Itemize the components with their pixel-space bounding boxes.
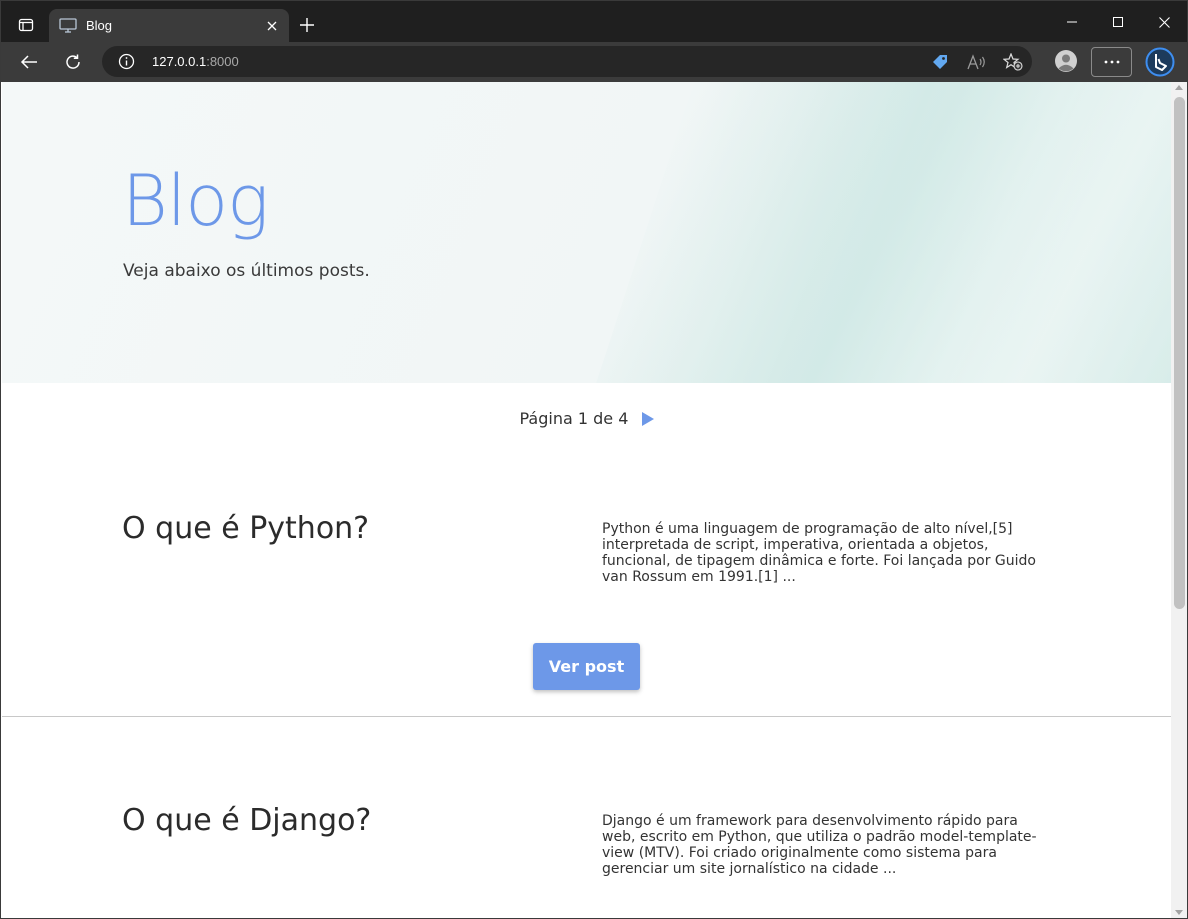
vertical-scrollbar[interactable] (1171, 82, 1187, 918)
add-favorite-button[interactable] (1002, 52, 1024, 72)
post-divider (2, 716, 1171, 717)
close-icon (1158, 16, 1170, 28)
refresh-icon (66, 54, 80, 69)
pagination-label: Página 1 de 4 (519, 409, 629, 428)
tab-strip: Blog (1, 1, 1187, 42)
back-button[interactable] (13, 47, 45, 77)
page-title: Blog (122, 160, 269, 242)
browser-toolbar: 127.0.0.1:8000 (1, 42, 1187, 82)
scroll-up-arrow-icon[interactable] (1175, 85, 1183, 90)
monitor-icon (59, 18, 77, 33)
hero-background-shade (577, 82, 1171, 383)
shopping-tag-button[interactable] (929, 52, 951, 72)
star-add-icon (1003, 53, 1023, 71)
hero-banner: Blog Veja abaixo os últimos posts. (2, 82, 1171, 383)
pagination: Página 1 de 4 (2, 408, 1171, 428)
post-title: O que é Python? (122, 511, 370, 546)
more-dots-icon (1104, 60, 1119, 64)
url-port: :8000 (206, 54, 239, 69)
window-close-button[interactable] (1141, 7, 1187, 37)
post-excerpt: Python é uma linguagem de programação de… (602, 521, 1036, 585)
read-aloud-icon (967, 54, 985, 70)
url-host: 127.0.0.1 (152, 54, 207, 69)
view-post-button[interactable]: Ver post (533, 643, 640, 690)
new-tab-button[interactable] (294, 12, 320, 38)
profile-button[interactable] (1053, 48, 1079, 74)
avatar-icon (1055, 50, 1077, 72)
bing-copilot-button[interactable] (1144, 46, 1176, 78)
page-viewport: Blog Veja abaixo os últimos posts. Págin… (2, 82, 1171, 918)
post-title: O que é Django? (122, 803, 372, 838)
settings-more-button[interactable] (1091, 47, 1132, 77)
arrow-left-icon (20, 55, 37, 69)
bing-icon (1145, 47, 1175, 77)
refresh-button[interactable] (57, 47, 89, 77)
tab-actions-icon (18, 18, 34, 32)
tab-title: Blog (86, 18, 113, 33)
scrollbar-thumb[interactable] (1174, 97, 1185, 609)
tab-blog[interactable]: Blog (49, 9, 289, 42)
minimize-button[interactable] (1049, 7, 1095, 37)
tab-close-button[interactable] (263, 17, 281, 35)
address-bar[interactable]: 127.0.0.1:8000 (102, 46, 1032, 77)
scroll-down-arrow-icon[interactable] (1175, 910, 1183, 915)
page-subtitle: Veja abaixo os últimos posts. (123, 261, 370, 281)
minimize-icon (1067, 21, 1077, 23)
close-icon (267, 21, 277, 31)
browser-window: Blog 127.0.0.1:8000 Blog Veja abaixo os … (0, 0, 1188, 919)
read-aloud-button[interactable] (966, 52, 988, 72)
price-tag-icon (933, 55, 947, 69)
maximize-button[interactable] (1095, 7, 1141, 37)
plus-icon (300, 18, 314, 32)
maximize-icon (1113, 17, 1123, 27)
tab-actions-button[interactable] (11, 11, 41, 39)
info-icon[interactable] (118, 53, 135, 70)
post-excerpt: Django é um framework para desenvolvimen… (602, 813, 1037, 877)
next-page-arrow-icon[interactable] (641, 411, 654, 426)
url-text[interactable]: 127.0.0.1:8000 (152, 54, 239, 69)
